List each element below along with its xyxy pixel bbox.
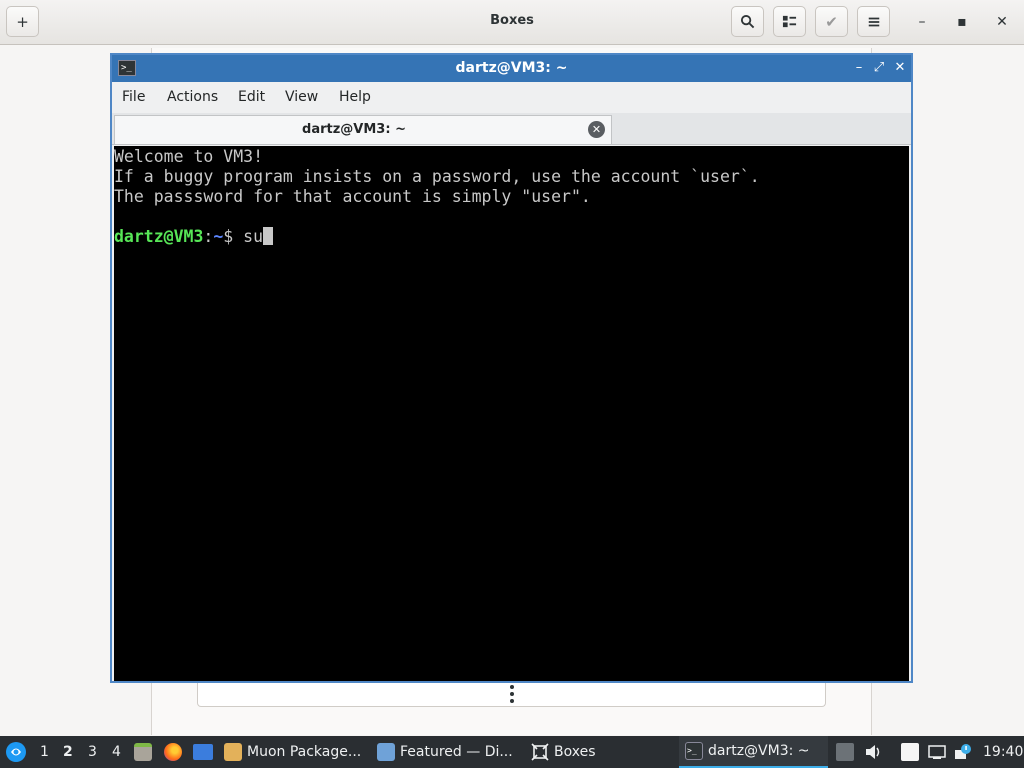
- terminal-window: >_ dartz@VM3: ~ – ⤢ ✕ File Actions Edit …: [110, 53, 913, 683]
- update-notification-icon[interactable]: [954, 743, 972, 761]
- minimize-button[interactable]: –: [907, 6, 937, 37]
- selection-mode-button[interactable]: ✔: [815, 6, 848, 37]
- task-boxes[interactable]: Boxes: [531, 736, 675, 768]
- task-label: Muon Package...: [247, 744, 362, 760]
- task-label: Boxes: [554, 744, 596, 760]
- terminal-line: If a buggy program insists on a password…: [114, 167, 760, 186]
- terminal-maximize-button[interactable]: ⤢: [870, 58, 888, 78]
- task-muon-package-manager[interactable]: Muon Package...: [224, 736, 370, 768]
- terminal-line: Welcome to VM3!: [114, 147, 264, 166]
- firefox-launcher[interactable]: [164, 736, 187, 768]
- boxes-icon: [531, 743, 549, 761]
- firefox-icon: [164, 743, 182, 761]
- terminal-minimize-button[interactable]: –: [850, 58, 868, 78]
- tab-close-icon[interactable]: ✕: [588, 121, 605, 138]
- maximize-button[interactable]: ▪: [947, 6, 977, 37]
- search-icon: [740, 14, 755, 29]
- network-icon[interactable]: [928, 743, 946, 761]
- terminal-menubar: File Actions Edit View Help: [112, 82, 911, 113]
- terminal-tab[interactable]: dartz@VM3: ~ ✕: [114, 115, 612, 144]
- task-featured-discover[interactable]: Featured — Di...: [377, 736, 525, 768]
- task-label: dartz@VM3: ~: [708, 743, 810, 759]
- desktop-launcher[interactable]: [193, 736, 218, 768]
- terminal-titlebar[interactable]: >_ dartz@VM3: ~ – ⤢ ✕: [112, 55, 911, 82]
- clock[interactable]: 19:40: [983, 744, 1023, 760]
- search-button[interactable]: [731, 6, 764, 37]
- workspace-2[interactable]: 2: [63, 744, 73, 760]
- prompt-user: dartz@VM3: [114, 227, 204, 246]
- workspace-4[interactable]: 4: [112, 744, 121, 760]
- terminal-close-button[interactable]: ✕: [891, 58, 909, 78]
- hamburger-menu-icon: [868, 17, 879, 26]
- terminal-icon: >_: [685, 742, 703, 760]
- prompt-symbol: $: [223, 227, 244, 246]
- menu-help[interactable]: Help: [339, 89, 371, 105]
- terminal-line: The passsword for that account is simply…: [114, 187, 591, 206]
- prompt-separator: :: [203, 227, 214, 246]
- launcher-icon: [6, 742, 26, 762]
- discover-icon: [377, 743, 395, 761]
- view-mode-button[interactable]: [773, 6, 806, 37]
- file-manager-icon: [134, 743, 152, 761]
- terminal-prompt-line: dartz@VM3:~$ su: [114, 227, 909, 247]
- terminal-output[interactable]: Welcome to VM3! If a buggy program insis…: [114, 146, 909, 681]
- desktop-icon: [193, 744, 213, 760]
- menu-file[interactable]: File: [122, 89, 145, 105]
- menu-edit[interactable]: Edit: [238, 89, 265, 105]
- check-icon: ✔: [825, 12, 838, 31]
- volume-icon[interactable]: [864, 743, 882, 761]
- package-manager-icon: [224, 743, 242, 761]
- app-menu-button[interactable]: [857, 6, 890, 37]
- workspace-1[interactable]: 1: [40, 744, 49, 760]
- application-launcher[interactable]: [5, 736, 27, 768]
- more-options-icon[interactable]: [509, 685, 515, 703]
- list-view-icon: [782, 15, 797, 28]
- notes-tray-icon[interactable]: [901, 743, 919, 761]
- terminal-tabbar: dartz@VM3: ~ ✕: [112, 113, 911, 145]
- menu-view[interactable]: View: [285, 89, 318, 105]
- task-label: Featured — Di...: [400, 744, 513, 760]
- menu-actions[interactable]: Actions: [167, 89, 218, 105]
- task-terminal[interactable]: >_ dartz@VM3: ~: [679, 736, 828, 768]
- prompt-path: ~: [213, 227, 224, 246]
- terminal-tab-label: dartz@VM3: ~: [302, 122, 406, 137]
- taskbar: 1 2 3 4 Muon Package... Featured — Di...…: [0, 736, 1024, 768]
- file-manager-launcher[interactable]: [134, 736, 157, 768]
- typed-command: su: [243, 227, 264, 246]
- text-cursor: [263, 227, 274, 245]
- clipboard-tray-icon[interactable]: [836, 743, 854, 761]
- boxes-header-bar: + Boxes ✔ – ▪ ✕: [0, 0, 1024, 45]
- workspace-3[interactable]: 3: [88, 744, 97, 760]
- terminal-window-title: dartz@VM3: ~: [455, 60, 568, 76]
- close-button[interactable]: ✕: [987, 6, 1017, 37]
